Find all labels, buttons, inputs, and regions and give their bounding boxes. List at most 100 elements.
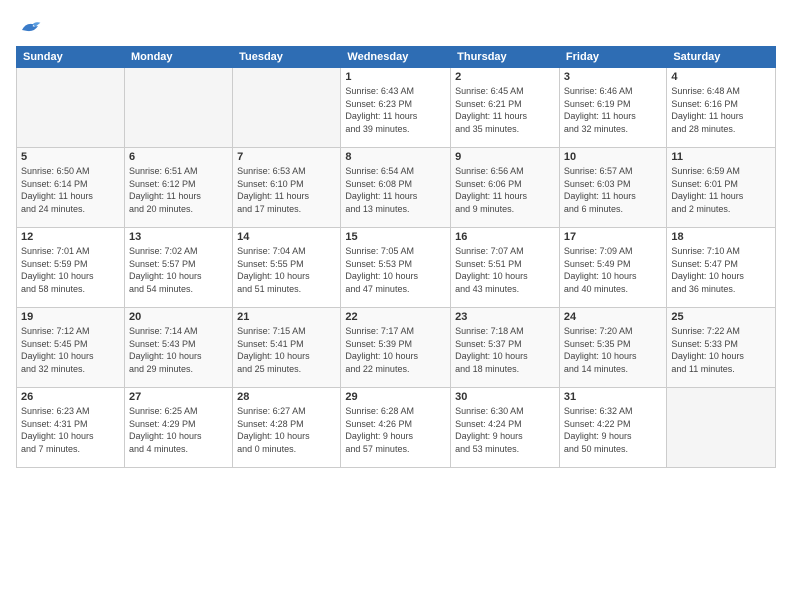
day-cell: 31 Sunrise: 6:32 AMSunset: 4:22 PMDayligh… — [559, 388, 666, 468]
day-number: 1 — [345, 71, 446, 83]
calendar-container: SundayMondayTuesdayWednesdayThursdayFrid… — [0, 0, 792, 612]
day-info: Sunrise: 7:04 AMSunset: 5:55 PMDaylight:… — [237, 245, 336, 295]
day-number: 20 — [129, 311, 228, 323]
day-number: 24 — [564, 311, 662, 323]
day-number: 21 — [237, 311, 336, 323]
day-cell: 27Sunrise: 6:25 AMSunset: 4:29 PMDayligh… — [124, 388, 232, 468]
day-cell — [124, 68, 232, 148]
logo-text — [16, 16, 42, 36]
day-info: Sunrise: 6:43 AMSunset: 6:23 PMDaylight:… — [345, 85, 446, 135]
day-cell: 23 Sunrise: 7:18 AMSunset: 5:37 PMDayligh… — [451, 308, 560, 388]
day-number: 30 — [455, 391, 555, 403]
day-info: Sunrise: 6:27 AMSunset: 4:28 PMDaylight:… — [237, 405, 336, 455]
day-info: Sunrise: 6:50 AMSunset: 6:14 PMDaylight:… — [21, 165, 120, 215]
day-number: 22 — [345, 311, 446, 323]
day-number: 13 — [129, 231, 228, 243]
day-cell: 12 Sunrise: 7:01 AMSunset: 5:59 PMDayligh… — [17, 228, 125, 308]
day-cell: 10 Sunrise: 6:57 AMSunset: 6:03 PMDayligh… — [559, 148, 666, 228]
day-cell — [667, 388, 776, 468]
day-cell — [17, 68, 125, 148]
day-number: 12 — [21, 231, 120, 243]
day-cell: 16 Sunrise: 7:07 AMSunset: 5:51 PMDayligh… — [451, 228, 560, 308]
day-cell: 20 Sunrise: 7:14 AMSunset: 5:43 PMDayligh… — [124, 308, 232, 388]
day-number: 15 — [345, 231, 446, 243]
calendar-table: SundayMondayTuesdayWednesdayThursdayFrid… — [16, 46, 776, 468]
day-cell: 13 Sunrise: 7:02 AMSunset: 5:57 PMDayligh… — [124, 228, 232, 308]
day-cell: 5 Sunrise: 6:50 AMSunset: 6:14 PMDaylight… — [17, 148, 125, 228]
day-cell: 4 Sunrise: 6:48 AMSunset: 6:16 PMDaylight… — [667, 68, 776, 148]
day-number: 11 — [671, 151, 771, 163]
day-number: 31 — [564, 391, 662, 403]
day-number: 28 — [237, 391, 336, 403]
day-number: 18 — [671, 231, 771, 243]
day-info: Sunrise: 6:59 AMSunset: 6:01 PMDaylight:… — [671, 165, 771, 215]
day-number: 10 — [564, 151, 662, 163]
week-row-4: 19 Sunrise: 7:12 AMSunset: 5:45 PMDayligh… — [17, 308, 776, 388]
day-cell: 19 Sunrise: 7:12 AMSunset: 5:45 PMDayligh… — [17, 308, 125, 388]
week-row-1: 1 Sunrise: 6:43 AMSunset: 6:23 PMDaylight… — [17, 68, 776, 148]
weekday-header-monday: Monday — [124, 47, 232, 68]
day-cell: 8 Sunrise: 6:54 AMSunset: 6:08 PMDaylight… — [341, 148, 451, 228]
day-cell: 6 Sunrise: 6:51 AMSunset: 6:12 PMDaylight… — [124, 148, 232, 228]
weekday-header-row: SundayMondayTuesdayWednesdayThursdayFrid… — [17, 47, 776, 68]
day-info: Sunrise: 6:51 AMSunset: 6:12 PMDaylight:… — [129, 165, 228, 215]
day-cell: 29Sunrise: 6:28 AMSunset: 4:26 PMDayligh… — [341, 388, 451, 468]
day-cell — [233, 68, 341, 148]
day-number: 8 — [345, 151, 446, 163]
day-cell: 17Sunrise: 7:09 AMSunset: 5:49 PMDayligh… — [559, 228, 666, 308]
day-info: Sunrise: 6:48 AMSunset: 6:16 PMDaylight:… — [671, 85, 771, 135]
day-number: 4 — [671, 71, 771, 83]
day-info: Sunrise: 7:02 AMSunset: 5:57 PMDaylight:… — [129, 245, 228, 295]
day-info: Sunrise: 7:12 AMSunset: 5:45 PMDaylight:… — [21, 325, 120, 375]
weekday-header-thursday: Thursday — [451, 47, 560, 68]
day-cell: 1 Sunrise: 6:43 AMSunset: 6:23 PMDaylight… — [341, 68, 451, 148]
logo-bird-icon — [18, 16, 42, 36]
day-number: 7 — [237, 151, 336, 163]
day-info: Sunrise: 6:32 AMSunset: 4:22 PMDaylight:… — [564, 405, 662, 455]
day-number: 29 — [345, 391, 446, 403]
day-cell: 24 Sunrise: 7:20 AMSunset: 5:35 PMDayligh… — [559, 308, 666, 388]
week-row-5: 26Sunrise: 6:23 AMSunset: 4:31 PMDayligh… — [17, 388, 776, 468]
day-info: Sunrise: 7:15 AMSunset: 5:41 PMDaylight:… — [237, 325, 336, 375]
weekday-header-tuesday: Tuesday — [233, 47, 341, 68]
day-number: 23 — [455, 311, 555, 323]
day-info: Sunrise: 6:25 AMSunset: 4:29 PMDaylight:… — [129, 405, 228, 455]
day-number: 6 — [129, 151, 228, 163]
day-number: 26 — [21, 391, 120, 403]
day-number: 3 — [564, 71, 662, 83]
day-cell: 26Sunrise: 6:23 AMSunset: 4:31 PMDayligh… — [17, 388, 125, 468]
day-cell: 25Sunrise: 7:22 AMSunset: 5:33 PMDayligh… — [667, 308, 776, 388]
day-info: Sunrise: 7:05 AMSunset: 5:53 PMDaylight:… — [345, 245, 446, 295]
day-info: Sunrise: 7:18 AMSunset: 5:37 PMDaylight:… — [455, 325, 555, 375]
day-info: Sunrise: 6:30 AMSunset: 4:24 PMDaylight:… — [455, 405, 555, 455]
day-cell: 22Sunrise: 7:17 AMSunset: 5:39 PMDayligh… — [341, 308, 451, 388]
day-number: 25 — [671, 311, 771, 323]
day-cell: 3 Sunrise: 6:46 AMSunset: 6:19 PMDaylight… — [559, 68, 666, 148]
weekday-header-sunday: Sunday — [17, 47, 125, 68]
day-info: Sunrise: 7:01 AMSunset: 5:59 PMDaylight:… — [21, 245, 120, 295]
day-info: Sunrise: 7:09 AMSunset: 5:49 PMDaylight:… — [564, 245, 662, 295]
weekday-header-friday: Friday — [559, 47, 666, 68]
day-info: Sunrise: 7:07 AMSunset: 5:51 PMDaylight:… — [455, 245, 555, 295]
day-cell: 11 Sunrise: 6:59 AMSunset: 6:01 PMDayligh… — [667, 148, 776, 228]
day-info: Sunrise: 6:56 AMSunset: 6:06 PMDaylight:… — [455, 165, 555, 215]
day-info: Sunrise: 6:53 AMSunset: 6:10 PMDaylight:… — [237, 165, 336, 215]
week-row-2: 5 Sunrise: 6:50 AMSunset: 6:14 PMDaylight… — [17, 148, 776, 228]
day-number: 16 — [455, 231, 555, 243]
day-number: 5 — [21, 151, 120, 163]
day-info: Sunrise: 6:54 AMSunset: 6:08 PMDaylight:… — [345, 165, 446, 215]
day-info: Sunrise: 6:46 AMSunset: 6:19 PMDaylight:… — [564, 85, 662, 135]
day-cell: 18 Sunrise: 7:10 AMSunset: 5:47 PMDayligh… — [667, 228, 776, 308]
day-info: Sunrise: 7:10 AMSunset: 5:47 PMDaylight:… — [671, 245, 771, 295]
day-cell: 9Sunrise: 6:56 AMSunset: 6:06 PMDaylight… — [451, 148, 560, 228]
week-row-3: 12 Sunrise: 7:01 AMSunset: 5:59 PMDayligh… — [17, 228, 776, 308]
day-info: Sunrise: 6:45 AMSunset: 6:21 PMDaylight:… — [455, 85, 555, 135]
day-info: Sunrise: 6:57 AMSunset: 6:03 PMDaylight:… — [564, 165, 662, 215]
day-cell: 15 Sunrise: 7:05 AMSunset: 5:53 PMDayligh… — [341, 228, 451, 308]
day-cell: 2Sunrise: 6:45 AMSunset: 6:21 PMDaylight… — [451, 68, 560, 148]
day-cell: 14Sunrise: 7:04 AMSunset: 5:55 PMDayligh… — [233, 228, 341, 308]
weekday-header-saturday: Saturday — [667, 47, 776, 68]
day-info: Sunrise: 7:20 AMSunset: 5:35 PMDaylight:… — [564, 325, 662, 375]
day-number: 19 — [21, 311, 120, 323]
day-info: Sunrise: 7:14 AMSunset: 5:43 PMDaylight:… — [129, 325, 228, 375]
